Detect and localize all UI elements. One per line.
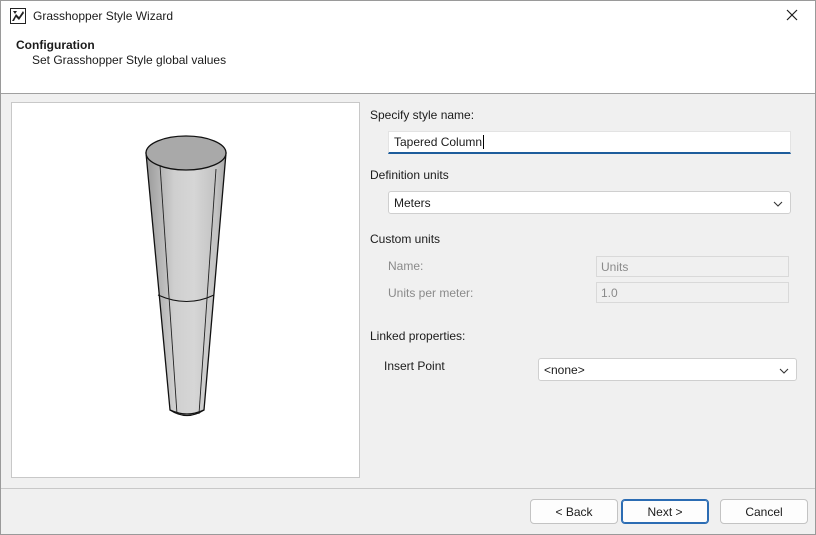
text-caret	[483, 135, 485, 149]
wizard-window: Grasshopper Style Wizard Configuration S…	[0, 0, 816, 535]
content-area: Specify style name: Tapered Column Defin…	[1, 95, 815, 488]
linked-properties-label: Linked properties:	[370, 329, 466, 343]
title-bar: Grasshopper Style Wizard	[1, 1, 815, 32]
tapered-column-preview	[145, 135, 227, 417]
style-name-input[interactable]: Tapered Column	[388, 131, 791, 154]
custom-name-field: Units	[596, 256, 789, 277]
custom-units-label: Custom units	[370, 232, 441, 246]
next-button[interactable]: Next >	[621, 499, 709, 524]
page-title: Configuration	[16, 38, 95, 52]
page-subtitle: Set Grasshopper Style global values	[32, 53, 227, 67]
back-button[interactable]: < Back	[530, 499, 618, 524]
units-per-meter-label: Units per meter:	[388, 286, 474, 300]
custom-name-value: Units	[601, 259, 629, 274]
units-per-meter-value: 1.0	[601, 285, 618, 300]
insert-point-label: Insert Point	[384, 359, 445, 373]
insert-point-value: <none>	[544, 362, 585, 377]
definition-units-dropdown[interactable]: Meters	[388, 191, 791, 214]
custom-name-label: Name:	[388, 259, 424, 273]
close-icon	[786, 9, 798, 24]
style-name-value: Tapered Column	[394, 135, 483, 149]
preview-viewport	[11, 102, 360, 478]
window-title: Grasshopper Style Wizard	[33, 9, 174, 23]
chevron-down-icon	[779, 363, 789, 377]
chevron-down-icon	[773, 196, 783, 210]
grasshopper-icon	[10, 8, 26, 24]
definition-units-label: Definition units	[370, 168, 449, 182]
insert-point-dropdown[interactable]: <none>	[538, 358, 797, 381]
style-name-label: Specify style name:	[370, 108, 475, 122]
units-per-meter-field: 1.0	[596, 282, 789, 303]
definition-units-value: Meters	[394, 195, 431, 210]
cancel-button[interactable]: Cancel	[720, 499, 808, 524]
page-header: Configuration Set Grasshopper Style glob…	[1, 32, 815, 94]
wizard-footer: < Back Next > Cancel	[1, 488, 815, 534]
close-button[interactable]	[769, 1, 815, 32]
